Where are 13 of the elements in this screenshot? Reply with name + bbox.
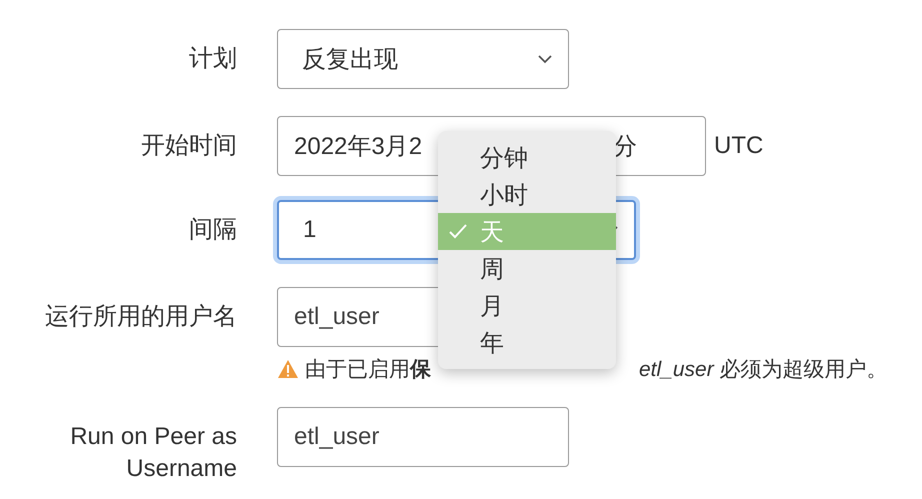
menu-option[interactable]: 分钟: [438, 139, 616, 176]
field-label: 计划: [188, 44, 237, 74]
text-field[interactable]: etl_user: [277, 407, 569, 467]
select-field[interactable]: 反复出现: [277, 29, 569, 89]
warning-text: 由于已启用保: [305, 357, 431, 383]
field-label: Run on Peer as Username: [69, 422, 237, 484]
warning-text: etl_user 必须为超级用户。: [639, 357, 888, 383]
field-label: 开始时间: [140, 131, 237, 161]
field-label: 运行所用的用户名: [44, 302, 237, 332]
timezone-label: UTC: [714, 132, 764, 160]
warning-icon: [277, 359, 299, 379]
field-label: 间隔: [188, 215, 237, 245]
chevron-icon: [538, 54, 552, 64]
